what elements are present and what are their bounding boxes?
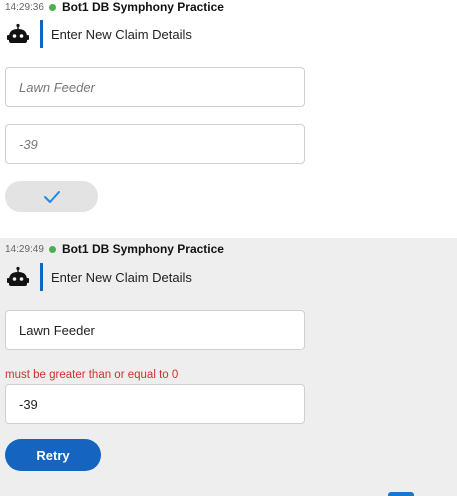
sender-name: Bot1 DB Symphony Practice: [61, 242, 224, 256]
amount-field[interactable]: -39: [5, 384, 305, 424]
checkmark-icon: [43, 190, 60, 203]
message-header: 14:29:36 Bot1 DB Symphony Practice: [5, 0, 224, 14]
robot-icon: [7, 23, 29, 43]
robot-icon: [7, 266, 29, 286]
submit-button: [5, 181, 98, 212]
retry-button[interactable]: Retry: [5, 439, 101, 471]
message-timestamp: 14:29:49: [5, 243, 44, 255]
prompt-title: Enter New Claim Details: [40, 20, 192, 48]
online-dot-icon: [48, 245, 56, 253]
chat-message-2: 14:29:49 Bot1 DB Symphony Practice Enter…: [0, 238, 457, 496]
sender-name: Bot1 DB Symphony Practice: [61, 0, 224, 14]
scroll-indicator: [388, 492, 414, 496]
prompt-title: Enter New Claim Details: [40, 263, 192, 291]
validation-error: must be greater than or equal to 0: [5, 369, 179, 381]
message-timestamp: 14:29:36: [5, 1, 44, 13]
message-header: 14:29:49 Bot1 DB Symphony Practice: [5, 242, 224, 256]
item-name-field[interactable]: Lawn Feeder: [5, 310, 305, 350]
item-name-field: Lawn Feeder: [5, 67, 305, 107]
online-dot-icon: [48, 3, 56, 11]
chat-message-1: 14:29:36 Bot1 DB Symphony Practice Enter…: [0, 0, 457, 238]
amount-field: -39: [5, 124, 305, 164]
